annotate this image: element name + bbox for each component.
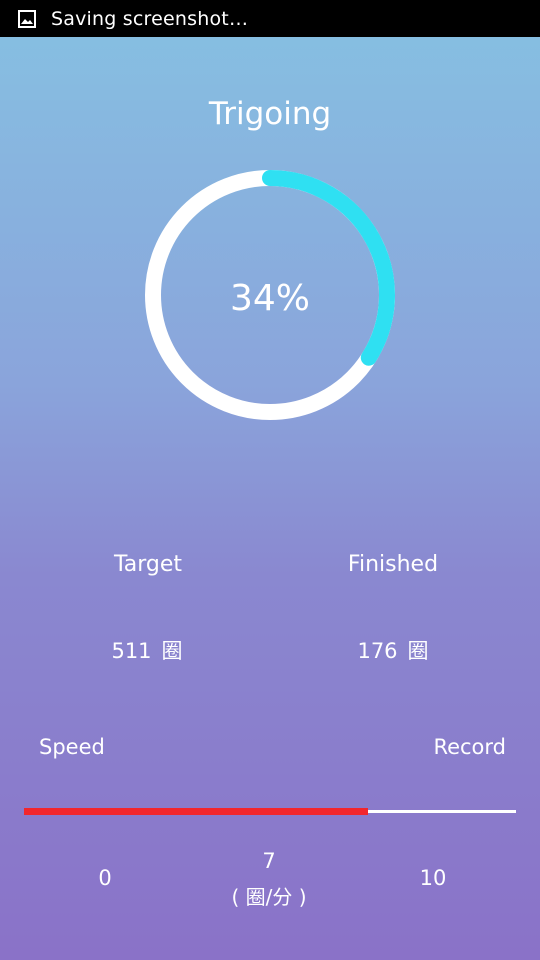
speed-min: 0 [98,866,112,890]
image-icon [17,9,37,29]
speed-fill [24,808,368,815]
finished-unit: 圈 [407,639,429,663]
speed-label: Speed [39,735,105,759]
speed-current: 7 [262,849,276,873]
target-unit: 圈 [161,639,183,663]
finished-label: Finished [347,552,439,577]
status-bar: Saving screenshot… [0,0,540,37]
target-value: 511 圈 [47,635,247,665]
finished-count: 176 [357,639,398,663]
status-text: Saving screenshot… [51,7,249,30]
app-title: Trigoing [208,96,332,132]
speed-max: 10 [419,866,447,890]
speed-unit: ( 圈/分 ) [231,885,307,909]
finished-value: 176 圈 [293,635,493,665]
target-count: 511 [111,639,152,663]
target-label: Target [113,552,183,577]
record-button[interactable]: Record [433,735,506,759]
progress-percent: 34% [229,278,310,319]
progress-ring-arc [262,170,395,366]
